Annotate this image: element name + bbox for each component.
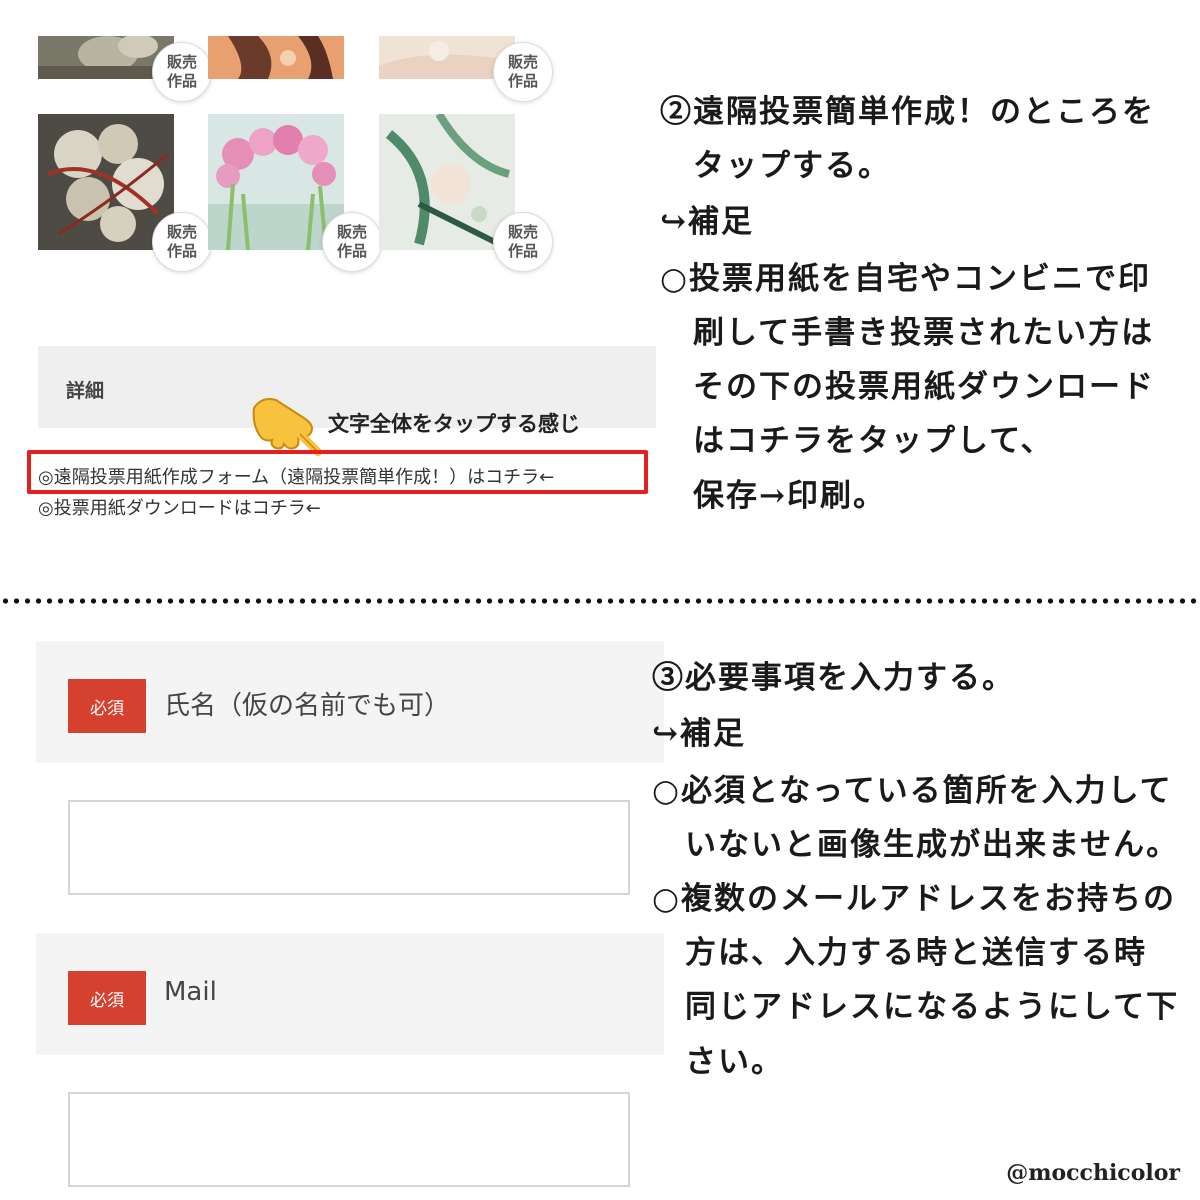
instruction-line: ③必要事項を入力する。: [652, 660, 1015, 696]
remote-ballot-form-link[interactable]: ◎遠隔投票用紙作成フォーム（遠隔投票簡単作成！）はコチラ←: [38, 463, 554, 489]
details-label: 詳細: [66, 380, 105, 402]
name-field-label: 氏名（仮の名前でも可）: [164, 691, 451, 721]
mail-input[interactable]: [68, 1092, 630, 1187]
mail-field-header: 必須 Mail: [36, 933, 664, 1055]
tap-hint-text: 文字全体をタップする感じ: [328, 411, 580, 436]
instruction-line: タップする。: [660, 148, 891, 184]
sale-badge: 販売 作品: [322, 212, 382, 272]
artwork-thumbnail[interactable]: [208, 36, 344, 79]
required-badge: 必須: [68, 679, 146, 733]
dotted-divider: [0, 596, 1200, 606]
credit-handle: @mocchicolor: [1006, 1160, 1180, 1186]
instruction-line: ↪補足: [652, 716, 746, 752]
sale-badge: 販売 作品: [493, 212, 553, 272]
instruction-line: さい。: [652, 1044, 784, 1080]
ballot-download-link[interactable]: ◎投票用紙ダウンロードはコチラ←: [38, 494, 321, 520]
instruction-line: いないと画像生成が出来ません。: [652, 827, 1180, 863]
mail-field-label: Mail: [164, 977, 217, 1007]
name-input[interactable]: [68, 800, 630, 895]
instruction-line: 同じアドレスになるようにして下: [652, 989, 1180, 1025]
instruction-line: はコチラをタップして、: [660, 423, 1054, 459]
instruction-line: ○複数のメールアドレスをお持ちの: [652, 881, 1177, 917]
instruction-line: 保存→印刷。: [660, 478, 886, 514]
name-field-header: 必須 氏名（仮の名前でも可）: [36, 641, 664, 763]
sale-badge: 販売 作品: [493, 42, 553, 102]
instruction-line: ○投票用紙を自宅やコンビニで印: [660, 261, 1152, 297]
instruction-line: 方は、入力する時と送信する時: [652, 935, 1147, 971]
instruction-line: その下の投票用紙ダウンロード: [660, 369, 1155, 405]
pointing-hand-icon: [252, 398, 322, 456]
sale-badge: 販売 作品: [152, 42, 212, 102]
instruction-line: ↪補足: [660, 204, 754, 240]
sale-badge: 販売 作品: [152, 212, 212, 272]
instruction-line: 刷して手書き投票されたい方は: [660, 315, 1155, 351]
required-badge: 必須: [68, 971, 146, 1025]
instruction-line: ②遠隔投票簡単作成！のところを: [660, 94, 1155, 130]
instruction-line: ○必須となっている箇所を入力して: [652, 773, 1173, 809]
